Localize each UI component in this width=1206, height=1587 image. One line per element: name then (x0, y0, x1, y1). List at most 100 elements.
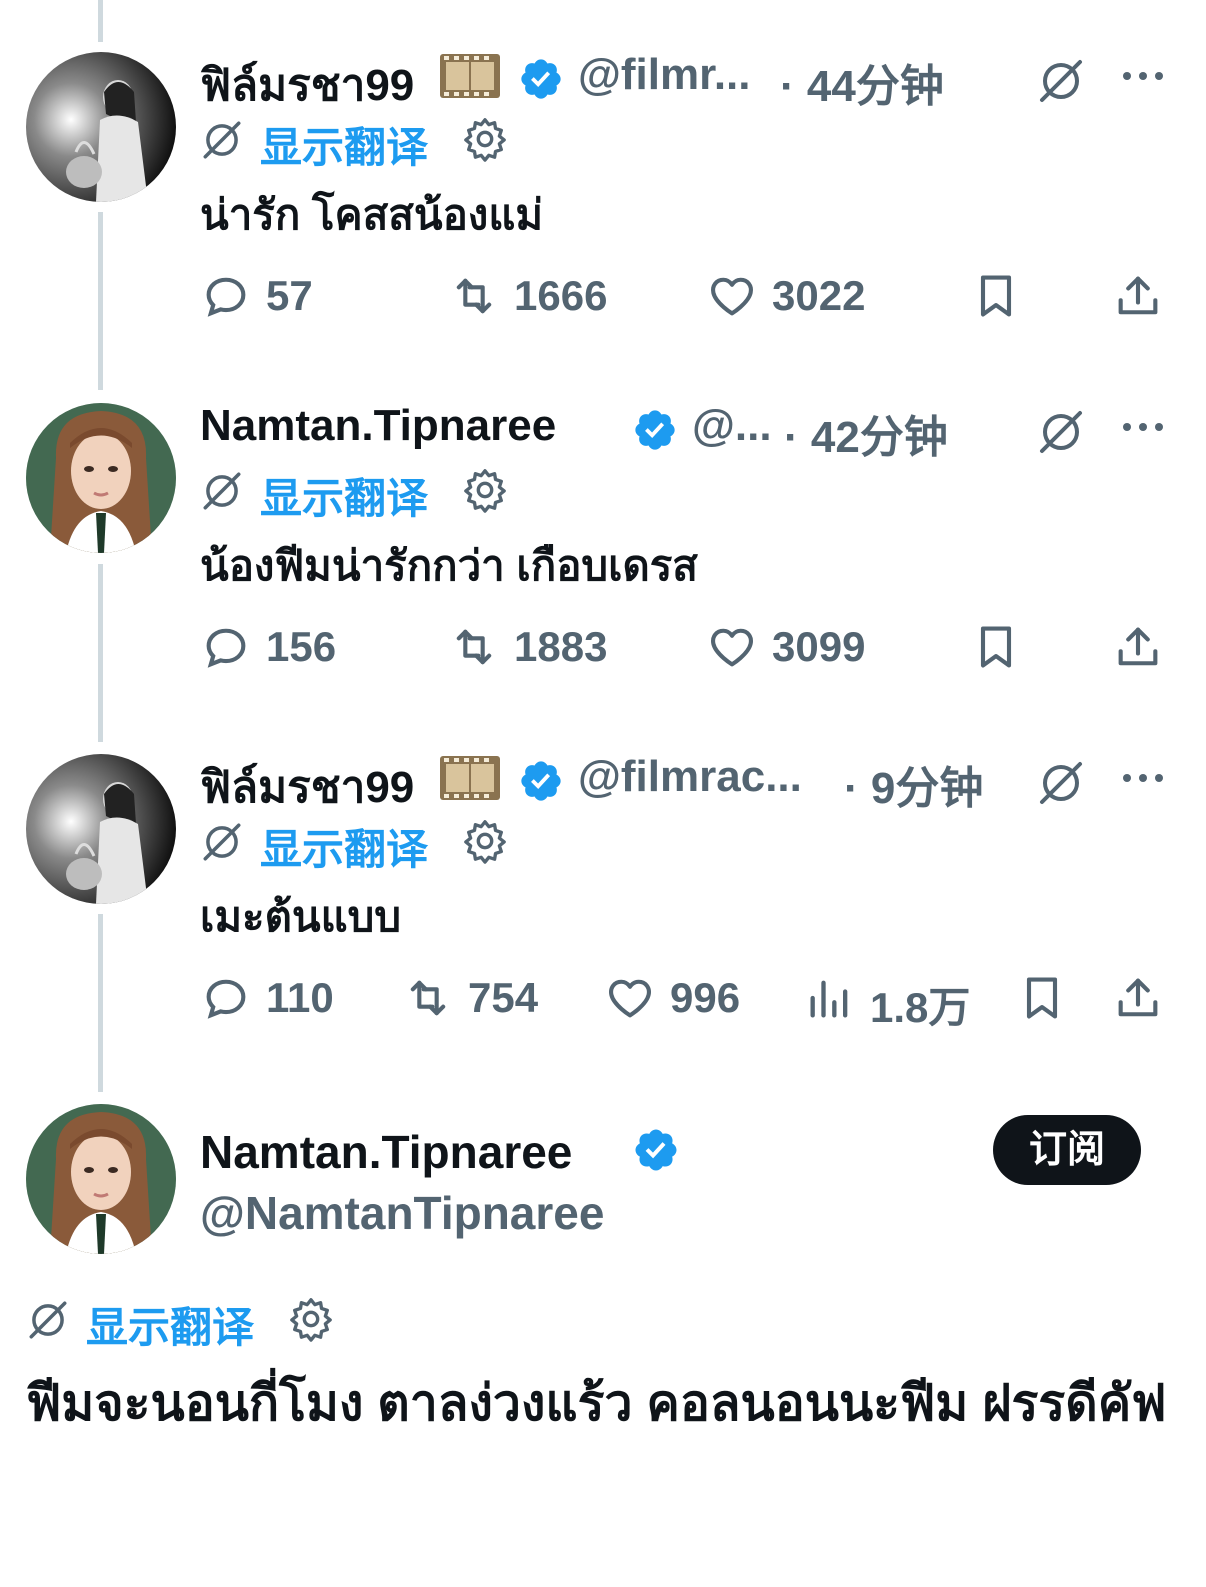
film-frames-emoji-icon (440, 54, 500, 98)
like-button[interactable]: 996 (604, 966, 764, 1026)
grok-icon (203, 121, 241, 159)
share-button[interactable] (1112, 264, 1164, 324)
like-button[interactable]: 3022 (706, 264, 906, 324)
like-button[interactable]: 3099 (706, 615, 906, 675)
analytics-icon (810, 980, 848, 1018)
retweet-button[interactable]: 1883 (448, 615, 638, 675)
grok-icon[interactable] (1036, 758, 1086, 808)
share-button[interactable] (1112, 615, 1164, 675)
more-options-icon[interactable] (1120, 407, 1166, 447)
show-translation-link[interactable]: 显示翻译 (86, 1294, 254, 1355)
view-count: 1.8万 (870, 984, 971, 1031)
avatar[interactable] (26, 754, 176, 904)
tweet[interactable]: ฟิล์มรชา99 @filmr... · 44分钟 显示翻译 น่ารัก … (200, 42, 1180, 342)
more-options-icon[interactable] (1120, 56, 1166, 96)
action-bar: 156 1883 3099 (200, 615, 1180, 675)
reply-button[interactable]: 57 (200, 264, 340, 324)
bookmark-button[interactable] (1016, 966, 1068, 1026)
share-button[interactable] (1112, 966, 1164, 1026)
timestamp[interactable]: · 44分钟 (780, 50, 944, 114)
grok-icon[interactable] (1036, 407, 1086, 457)
bookmark-icon (1026, 977, 1058, 1019)
verified-badge-icon (521, 59, 561, 99)
share-icon (1118, 276, 1158, 315)
tweet-text: น้องฟีมน่ารักกว่า เกือบเดรส (200, 542, 698, 589)
retweet-button[interactable]: 754 (402, 966, 562, 1026)
show-translation-link[interactable]: 显示翻译 (260, 465, 428, 526)
gear-icon[interactable] (462, 467, 508, 513)
display-name[interactable]: ฟิล์มรชา99 (200, 50, 414, 120)
like-count: 3099 (772, 623, 866, 670)
avatar[interactable] (26, 1104, 176, 1254)
film-frames-emoji-icon (440, 756, 500, 800)
grok-icon (29, 1301, 67, 1339)
translate-row: 显示翻译 (200, 114, 600, 171)
handle[interactable]: @filmr... (578, 50, 751, 100)
thread-line (98, 0, 103, 42)
bookmark-icon (980, 275, 1012, 317)
bookmark-icon (980, 626, 1012, 668)
translate-row: 显示翻译 (26, 1292, 446, 1352)
bookmark-button[interactable] (970, 264, 1022, 324)
handle[interactable]: @NamtanTipnaree (200, 1186, 604, 1240)
tweet-text: เมะต้นแบบ (200, 893, 401, 940)
reply-count: 110 (266, 974, 334, 1021)
retweet-count: 1666 (514, 272, 608, 319)
gear-icon[interactable] (462, 116, 508, 162)
handle[interactable]: @... (692, 401, 772, 451)
tweet[interactable]: ฟิล์มรชา99 @filmrac... · 9分钟 显示翻译 เมะต้น… (200, 744, 1180, 1044)
reply-count: 57 (266, 272, 313, 319)
tweet-header: ฟิล์มรชา99 @filmr... · 44分钟 (200, 42, 1180, 112)
timestamp[interactable]: · 42分钟 (784, 401, 948, 465)
share-icon (1118, 978, 1158, 1017)
thread-line (98, 564, 103, 742)
share-icon (1118, 627, 1158, 666)
reply-icon (206, 979, 246, 1019)
display-name[interactable]: ฟิล์มรชา99 (200, 752, 414, 822)
grok-icon (203, 472, 241, 510)
gear-icon[interactable] (462, 818, 508, 864)
retweet-icon (410, 980, 446, 1016)
tweet-header: ฟิล์มรชา99 @filmrac... · 9分钟 (200, 744, 1180, 814)
translate-row: 显示翻译 (200, 465, 600, 522)
reply-count: 156 (266, 623, 337, 670)
tweet[interactable]: Namtan.Tipnaree @... · 42分钟 显示翻译 น้องฟีม… (200, 393, 1180, 693)
translate-row: 显示翻译 (200, 816, 600, 873)
show-translation-link[interactable]: 显示翻译 (260, 816, 428, 877)
tweet-text: น่ารัก โคสสน้องแม่ (200, 191, 544, 238)
heart-icon (609, 979, 651, 1018)
timestamp[interactable]: · 9分钟 (844, 752, 983, 816)
avatar[interactable] (26, 403, 176, 553)
display-name[interactable]: Namtan.Tipnaree (200, 401, 556, 451)
retweet-button[interactable]: 1666 (448, 264, 638, 324)
like-count: 996 (670, 974, 741, 1021)
reply-button[interactable]: 110 (200, 966, 350, 1026)
display-name-text: Namtan.Tipnaree (200, 1126, 573, 1178)
gear-icon[interactable] (288, 1296, 334, 1342)
verified-badge-icon (521, 761, 561, 801)
heart-icon (711, 277, 753, 316)
main-post-text: ฟีมจะนอนกี่โมง ตาลง่วงแร้ว คอลนอนนะฟีม ฝ… (26, 1375, 1167, 1431)
action-bar: 57 1666 3022 (200, 264, 1180, 324)
verified-badge-icon (635, 410, 675, 450)
tweet-header: Namtan.Tipnaree @... · 42分钟 (200, 393, 1180, 463)
show-translation-link[interactable]: 显示翻译 (260, 114, 428, 175)
verified-badge-icon (635, 1129, 677, 1171)
thread-line (98, 212, 103, 390)
subscribe-button[interactable]: 订阅 (993, 1115, 1141, 1185)
bookmark-button[interactable] (970, 615, 1022, 675)
retweet-count: 1883 (514, 623, 608, 670)
more-options-icon[interactable] (1120, 758, 1166, 798)
retweet-icon (456, 629, 492, 665)
display-name[interactable]: Namtan.Tipnaree (200, 1125, 572, 1179)
reply-button[interactable]: 156 (200, 615, 360, 675)
reply-icon (206, 277, 246, 317)
views-button[interactable]: 1.8万 (804, 966, 984, 1031)
heart-icon (711, 628, 753, 667)
grok-icon[interactable] (1036, 56, 1086, 106)
avatar[interactable] (26, 52, 176, 202)
handle[interactable]: @filmrac... (578, 752, 802, 802)
retweet-count: 754 (468, 974, 539, 1021)
action-bar: 110 754 996 1.8万 (200, 966, 1180, 1031)
retweet-icon (456, 278, 492, 314)
